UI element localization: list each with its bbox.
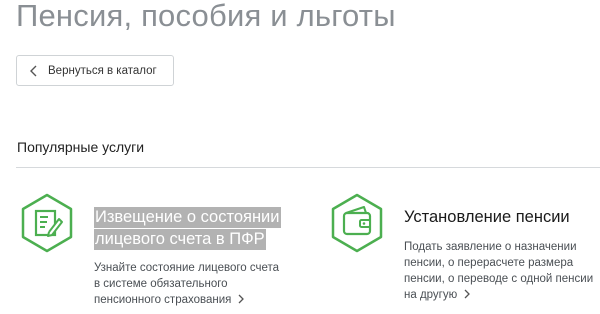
service-description[interactable]: Узнайте состояние лицевого счета в систе… (94, 260, 279, 308)
chevron-right-icon (238, 294, 245, 304)
description-line: Узнайте состояние лицевого счета (94, 262, 280, 274)
service-title-line: Извещение о состоянии (94, 207, 281, 228)
description-line: пенсии, о перерасчете размера (404, 257, 574, 269)
service-title-line: лицевого счета в ПФР (94, 229, 266, 250)
chevron-left-icon (30, 65, 37, 76)
service-title[interactable]: Извещение о состоянии лицевого счета в П… (94, 206, 281, 250)
service-description[interactable]: Подать заявление о назначении пенсии, о … (404, 239, 593, 303)
service-title[interactable]: Установление пенсии (404, 206, 570, 228)
page-title: Пенсия, пособия и льготы (16, 0, 396, 33)
wallet-icon (331, 193, 383, 253)
description-line: в системе обязательного (94, 278, 228, 290)
description-line: на другую (404, 289, 458, 301)
description-line: Подать заявление о назначении (404, 241, 577, 253)
popular-services-title: Популярные услуги (17, 139, 145, 155)
service-title-line: Установление пенсии (404, 208, 570, 226)
back-button-label: Вернуться в каталог (48, 64, 157, 77)
description-line: пенсионного страхования (94, 294, 232, 306)
document-edit-icon (21, 193, 73, 253)
section-divider (16, 167, 600, 168)
back-to-catalog-button[interactable]: Вернуться в каталог (16, 55, 174, 86)
chevron-right-icon (464, 289, 471, 299)
description-line: пенсии, о переводе с одной пенсии (404, 273, 594, 285)
